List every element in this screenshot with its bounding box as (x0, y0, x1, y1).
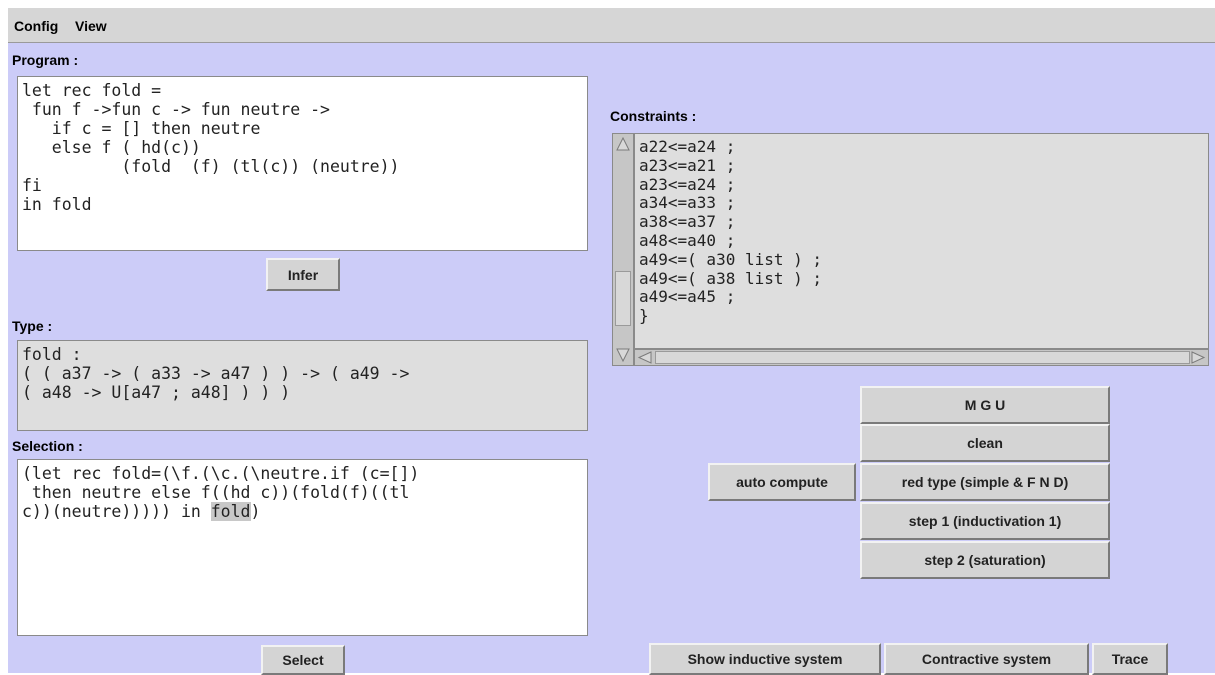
mgu-button[interactable]: M G U (860, 386, 1110, 424)
red-type-button[interactable]: red type (simple & F N D) (860, 463, 1110, 501)
constraints-hscroll[interactable] (634, 349, 1209, 366)
show-inductive-system-button[interactable]: Show inductive system (649, 643, 881, 675)
selection-highlight: fold (210, 502, 251, 521)
menu-bar: Config View (8, 8, 1215, 43)
infer-button[interactable]: Infer (266, 258, 340, 291)
constraints-vscroll[interactable] (612, 133, 634, 366)
select-button[interactable]: Select (261, 645, 345, 675)
contractive-system-button[interactable]: Contractive system (884, 643, 1089, 675)
selection-label: Selection : (12, 438, 83, 454)
scroll-thumb[interactable] (615, 271, 631, 326)
menu-config[interactable]: Config (14, 18, 58, 34)
step2-button[interactable]: step 2 (saturation) (860, 541, 1110, 579)
type-display: fold : ( ( a37 -> ( a33 -> a47 ) ) -> ( … (17, 340, 588, 431)
hscroll-thumb[interactable] (655, 351, 1190, 364)
scroll-right-icon[interactable] (1190, 350, 1206, 365)
constraints-display: a22<=a24 ; a23<=a21 ; a23<=a24 ; a34<=a3… (634, 133, 1209, 349)
constraints-label: Constraints : (610, 108, 697, 124)
trace-button[interactable]: Trace (1092, 643, 1168, 675)
clean-button[interactable]: clean (860, 424, 1110, 462)
scroll-down-icon[interactable] (615, 347, 631, 363)
type-label: Type : (12, 318, 53, 334)
program-label: Program : (12, 52, 79, 68)
selection-text-end: ) (250, 502, 261, 521)
scroll-up-icon[interactable] (615, 136, 631, 152)
auto-compute-button[interactable]: auto compute (708, 463, 856, 501)
program-editor[interactable]: let rec fold = fun f ->fun c -> fun neut… (17, 76, 588, 251)
step1-button[interactable]: step 1 (inductivation 1) (860, 502, 1110, 540)
menu-view[interactable]: View (75, 18, 107, 34)
app-window: Config View Program : let rec fold = fun… (8, 8, 1215, 675)
scroll-left-icon[interactable] (637, 350, 653, 365)
selection-editor[interactable]: (let rec fold=(\f.(\c.(\neutre.if (c=[])… (17, 459, 588, 636)
